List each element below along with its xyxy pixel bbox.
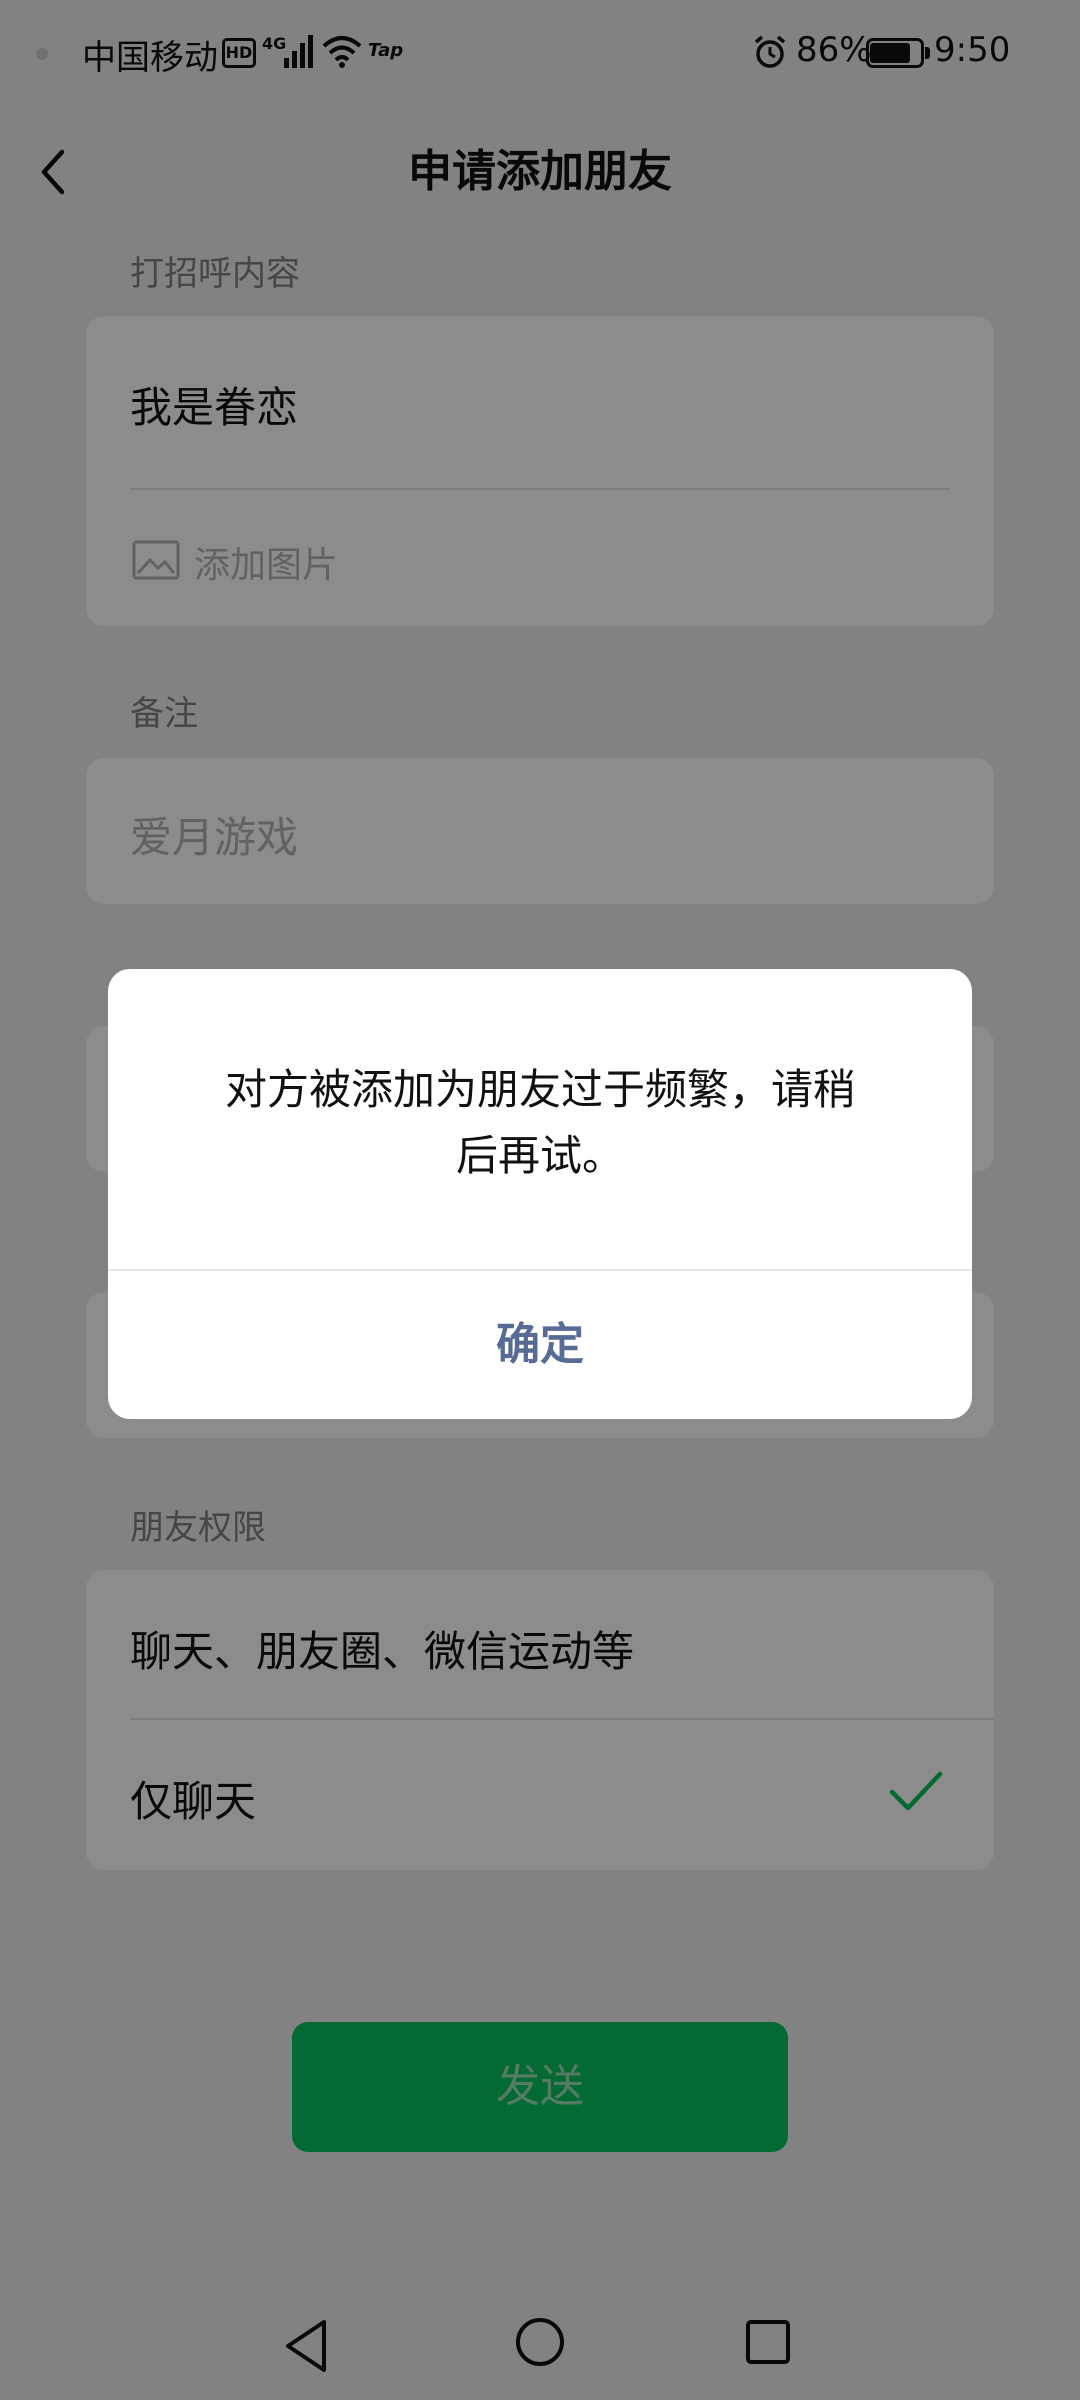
alert-dialog: 对方被添加为朋友过于频繁，请稍 后再试。 确定 [108, 969, 972, 1419]
dialog-message-line-1: 对方被添加为朋友过于频繁，请稍 [224, 1065, 855, 1114]
dialog-message: 对方被添加为朋友过于频繁，请稍 后再试。 [168, 1057, 912, 1189]
dialog-message-line-2: 后再试。 [455, 1131, 624, 1180]
confirm-button[interactable]: 确定 [108, 1271, 972, 1419]
